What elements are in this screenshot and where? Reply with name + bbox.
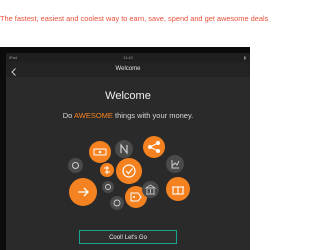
save-money-icon	[100, 163, 114, 177]
welcome-heading: Welcome	[105, 90, 151, 102]
share-icon	[143, 136, 165, 158]
nav-title: Welcome	[115, 65, 141, 72]
piggy-icon	[110, 196, 124, 210]
network-icon	[115, 140, 133, 158]
coin-icon	[102, 181, 114, 193]
send-money-icon	[69, 178, 97, 206]
gift-icon	[166, 177, 190, 201]
app-screen: iPad 11:42 ▮ Welcome Welcome Do AWESOME …	[6, 53, 250, 250]
tagline-highlight: AWESOME	[74, 111, 113, 120]
tagline-prefix: Do	[62, 111, 75, 120]
growth-icon	[166, 155, 184, 173]
status-time: 11:42	[123, 55, 133, 60]
spend-icon	[68, 158, 83, 173]
rewards-icon	[116, 158, 142, 184]
bank-icon	[142, 181, 159, 198]
tagline-suffix: things with your money.	[112, 111, 194, 120]
cool-lets-go-button[interactable]: Cool! Let's Go	[79, 230, 177, 244]
promo-banner: The fastest, easiest and coolest way to …	[0, 14, 269, 23]
tablet-frame: iPad 11:42 ▮ Welcome Welcome Do AWESOME …	[0, 47, 250, 250]
status-bar: iPad 11:42 ▮	[6, 53, 250, 62]
earn-icon	[89, 141, 111, 163]
nav-bar: Welcome	[6, 62, 250, 77]
battery-icon: ▮	[243, 55, 246, 60]
welcome-tagline: Do AWESOME things with your money.	[6, 111, 250, 120]
